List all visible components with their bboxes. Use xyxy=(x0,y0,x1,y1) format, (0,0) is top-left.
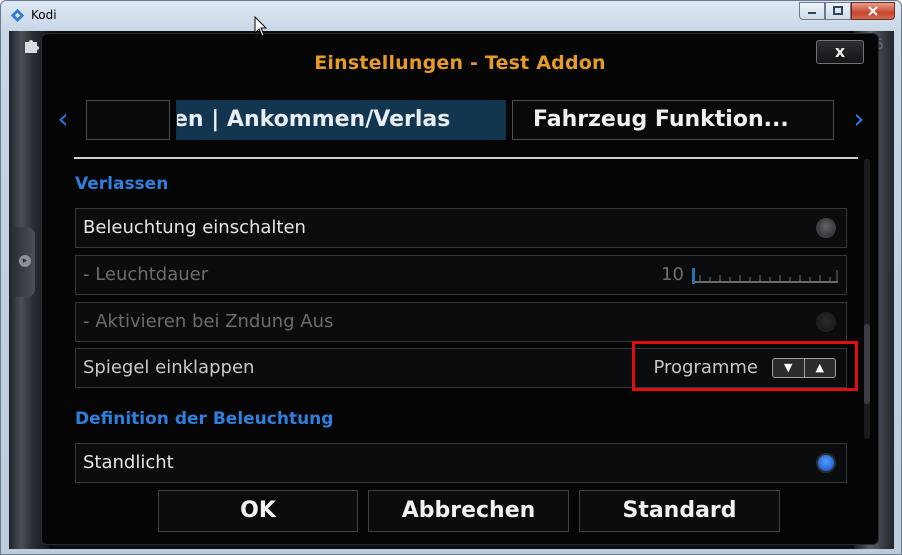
slider-value: 10 xyxy=(661,264,684,285)
dialog-title: Einstellungen - Test Addon xyxy=(314,52,606,74)
cancel-button[interactable]: Abbrechen xyxy=(368,490,569,532)
toggle-off-icon xyxy=(816,312,836,332)
red-highlight-box xyxy=(632,341,858,391)
setting-label: Standlicht xyxy=(83,452,174,473)
section-heading-definition-beleuchtung: Definition der Beleuchtung xyxy=(75,409,334,429)
setting-aktivieren-bei-zuendung-aus: - Aktivieren bei Zndung Aus xyxy=(75,302,847,342)
chevron-right-icon[interactable]: › xyxy=(848,104,870,134)
chevron-right-icon: ▸ xyxy=(19,255,31,267)
minimize-icon xyxy=(808,12,816,14)
close-icon xyxy=(868,6,878,16)
tab-ankommen-verlassen[interactable]: en | Ankommen/Verlas xyxy=(176,100,506,140)
setting-beleuchtung-einschalten[interactable]: Beleuchtung einschalten xyxy=(75,208,847,248)
tab-previous[interactable] xyxy=(86,100,170,140)
maximize-icon xyxy=(833,6,843,15)
setting-label: - Leuchtdauer xyxy=(83,264,209,285)
tab-divider xyxy=(74,157,858,159)
kodi-client-area: ▸ 5 Einstellungen - Test Addon x ‹ › en … xyxy=(9,31,894,549)
setting-label: Spiegel einklappen xyxy=(83,357,255,378)
scrollbar-thumb[interactable] xyxy=(864,324,870,404)
toggle-off-icon[interactable] xyxy=(816,218,836,238)
toggle-on-icon[interactable] xyxy=(816,453,836,473)
kodi-icon xyxy=(10,8,25,23)
title-bar[interactable]: Kodi xyxy=(1,1,901,31)
setting-standlicht[interactable]: Standlicht xyxy=(75,443,847,483)
side-menu-handle[interactable]: ▸ xyxy=(13,227,35,297)
leuchtdauer-slider xyxy=(692,268,838,284)
default-button[interactable]: Standard xyxy=(579,490,780,532)
kodi-window: Kodi ▸ 5 Einstellungen - Test Addon x ‹ xyxy=(0,0,902,555)
window-title: Kodi xyxy=(31,8,57,22)
setting-leuchtdauer: - Leuchtdauer 10 xyxy=(75,255,847,295)
maximize-button[interactable] xyxy=(825,2,851,20)
ok-button[interactable]: OK xyxy=(158,490,358,532)
addon-puzzle-icon xyxy=(25,40,39,53)
minimize-button[interactable] xyxy=(799,2,825,20)
chevron-left-icon[interactable]: ‹ xyxy=(52,104,74,134)
setting-label: - Aktivieren bei Zndung Aus xyxy=(83,311,334,332)
tab-fahrzeug-funktionen[interactable]: Fahrzeug Funktion... xyxy=(512,100,834,140)
window-close-button[interactable] xyxy=(851,2,895,20)
section-heading-verlassen: Verlassen xyxy=(75,174,169,194)
settings-dialog: Einstellungen - Test Addon x ‹ › en | An… xyxy=(41,33,879,545)
dialog-close-button[interactable]: x xyxy=(816,40,864,64)
mouse-cursor-icon xyxy=(254,16,268,37)
setting-label: Beleuchtung einschalten xyxy=(83,217,306,238)
